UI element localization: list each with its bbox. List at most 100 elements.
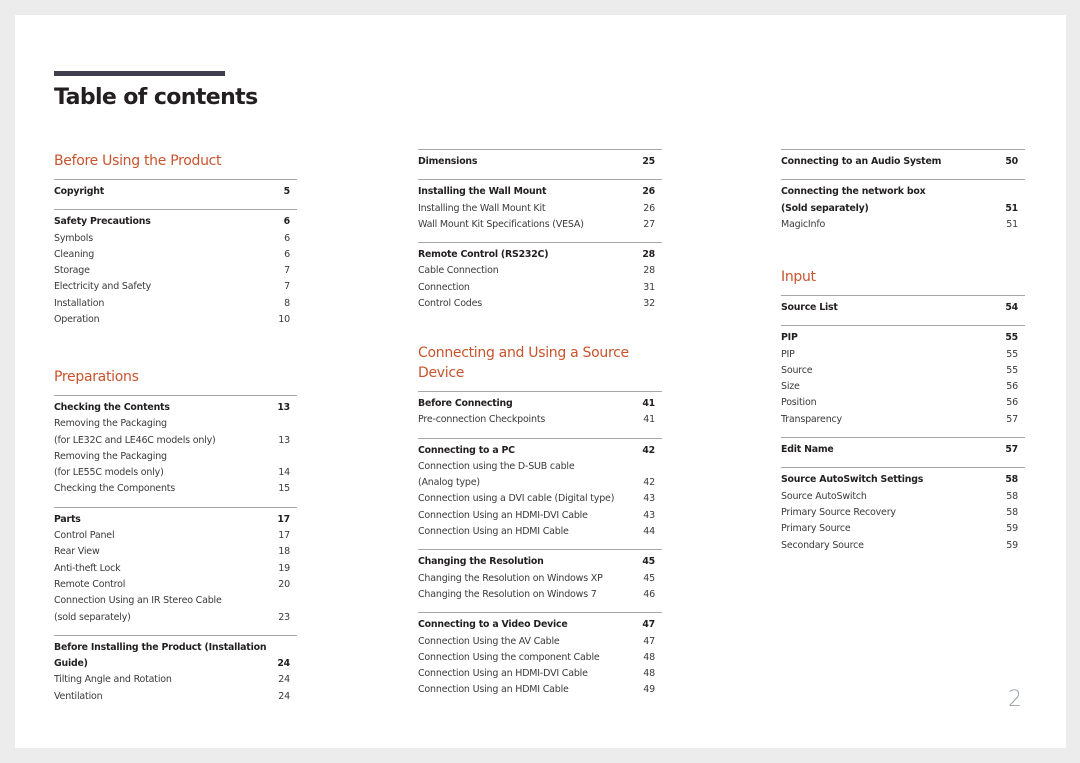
toc-section-heading[interactable]: Connecting to an Audio System 50 bbox=[781, 154, 1025, 170]
page-ref: 56 bbox=[1006, 381, 1018, 393]
entry-label: Source AutoSwitch bbox=[781, 490, 867, 502]
toc-entry[interactable]: (Analog type) 42 bbox=[418, 475, 662, 491]
toc-entry[interactable]: Pre-connection Checkpoints 41 bbox=[418, 412, 662, 428]
toc-entry[interactable]: Remote Control 20 bbox=[54, 577, 297, 593]
entry-label: Ventilation bbox=[54, 690, 103, 702]
entry-label: Primary Source Recovery bbox=[781, 506, 896, 518]
toc-entry[interactable]: Control Panel 17 bbox=[54, 528, 297, 544]
toc-entry[interactable]: Checking the Components 15 bbox=[54, 481, 297, 497]
page-ref: 6 bbox=[283, 216, 291, 228]
page-ref: 24 bbox=[277, 658, 290, 670]
toc-section-heading[interactable]: Connecting to a PC 42 bbox=[418, 443, 662, 459]
toc-entry[interactable]: Connection Using an HDMI-DVI Cable 48 bbox=[418, 666, 662, 682]
toc-section-heading-line[interactable]: Before Installing the Product (Installat… bbox=[54, 640, 297, 656]
toc-section-heading[interactable]: Before Connecting 41 bbox=[418, 396, 662, 412]
toc-section-heading[interactable]: Source AutoSwitch Settings 58 bbox=[781, 472, 1025, 488]
toc-section: Connecting the network box (Sold separate… bbox=[781, 179, 1025, 233]
toc-entry[interactable]: Transparency 57 bbox=[781, 412, 1025, 428]
toc-entry[interactable]: MagicInfo 51 bbox=[781, 217, 1025, 233]
chapter-input: Input Source List 54 PIP 55 PIP 55 Source 55 Size… bbox=[781, 267, 1025, 563]
toc-entry[interactable]: Primary Source 59 bbox=[781, 521, 1025, 537]
toc-entry[interactable]: Anti-theft Lock 19 bbox=[54, 561, 297, 577]
toc-entry[interactable]: (for LE55C models only) 14 bbox=[54, 465, 297, 481]
toc-entry[interactable]: Connection Using the component Cable 48 bbox=[418, 650, 662, 666]
section-heading-label: Safety Precautions bbox=[54, 216, 151, 228]
entry-label: Connection using a DVI cable (Digital ty… bbox=[418, 493, 615, 505]
toc-entry-line[interactable]: Removing the Packaging bbox=[54, 416, 297, 432]
section-heading-label: Changing the Resolution bbox=[418, 556, 544, 568]
toc-section-heading[interactable]: Checking the Contents 13 bbox=[54, 400, 297, 416]
toc-section-heading[interactable]: Parts 17 bbox=[54, 512, 297, 528]
toc-entry[interactable]: Changing the Resolution on Windows XP 45 bbox=[418, 571, 662, 587]
chapter-title: Input bbox=[781, 269, 816, 285]
toc-entry[interactable]: Source AutoSwitch 58 bbox=[781, 489, 1025, 505]
toc-entry[interactable]: Storage 7 bbox=[54, 263, 297, 279]
entry-label: Pre-connection Checkpoints bbox=[418, 414, 546, 426]
toc-section-heading[interactable]: Changing the Resolution 45 bbox=[418, 554, 662, 570]
toc-entry-line[interactable]: Removing the Packaging bbox=[54, 449, 297, 465]
toc-entry[interactable]: Cable Connection 28 bbox=[418, 263, 662, 279]
toc-section-heading[interactable]: (Sold separately) 51 bbox=[781, 201, 1025, 217]
toc-section: Copyright 5 bbox=[54, 179, 297, 200]
page-ref: 6 bbox=[284, 232, 290, 244]
entry-label: Changing the Resolution on Windows XP bbox=[418, 572, 603, 584]
toc-entry[interactable]: Position 56 bbox=[781, 395, 1025, 411]
toc-section-heading[interactable]: Installing the Wall Mount 26 bbox=[418, 184, 662, 200]
toc-section-heading[interactable]: Source List 54 bbox=[781, 300, 1025, 316]
toc-entry[interactable]: Symbols 6 bbox=[54, 231, 297, 247]
entry-label: Tilting Angle and Rotation bbox=[54, 674, 172, 686]
toc-section-heading[interactable]: Connecting to a Video Device 47 bbox=[418, 617, 662, 633]
page-ref: 18 bbox=[278, 546, 290, 558]
toc-entry-line[interactable]: Connection Using an IR Stereo Cable bbox=[54, 593, 297, 609]
entry-label: Checking the Components bbox=[54, 483, 176, 495]
toc-section: Checking the Contents 13 Removing the Pack… bbox=[54, 395, 297, 498]
toc-section-heading[interactable]: Remote Control (RS232C) 28 bbox=[418, 247, 662, 263]
toc-section-heading[interactable]: Edit Name 57 bbox=[781, 442, 1025, 458]
section-heading-label: Source List bbox=[781, 302, 838, 313]
toc-entry[interactable]: Size 56 bbox=[781, 379, 1025, 395]
toc-entry[interactable]: Connection Using an HDMI Cable 44 bbox=[418, 524, 662, 540]
chapter-title: Preparations bbox=[54, 369, 139, 385]
toc-section-heading[interactable]: Dimensions 25 bbox=[418, 154, 662, 170]
toc-entry[interactable]: Connection using a DVI cable (Digital ty… bbox=[418, 491, 662, 507]
toc-section-heading[interactable]: Copyright 5 bbox=[54, 184, 297, 200]
toc-entry[interactable]: Connection Using the AV Cable 47 bbox=[418, 634, 662, 650]
toc-entry[interactable]: Control Codes 32 bbox=[418, 296, 662, 312]
toc-section-heading[interactable]: Safety Precautions 6 bbox=[54, 214, 297, 230]
page-ref: 58 bbox=[1005, 474, 1018, 486]
toc-entry[interactable]: Ventilation 24 bbox=[54, 689, 297, 705]
toc-entry[interactable]: Electricity and Safety 7 bbox=[54, 279, 297, 295]
toc-section-heading[interactable]: Guide) 24 bbox=[54, 656, 297, 672]
toc-entry[interactable]: Installation 8 bbox=[54, 296, 297, 312]
toc-section-heading-line[interactable]: Connecting the network box bbox=[781, 184, 1025, 200]
toc-entry[interactable]: Source 55 bbox=[781, 363, 1025, 379]
toc-entry-line[interactable]: Connection using the D-SUB cable bbox=[418, 459, 662, 475]
page-ref: 56 bbox=[1006, 397, 1018, 409]
page-ref: 23 bbox=[278, 611, 290, 623]
entry-label: Control Panel bbox=[54, 530, 115, 542]
entry-label: Connection Using the component Cable bbox=[418, 651, 600, 663]
entry-label: (for LE55C models only) bbox=[54, 467, 164, 479]
toc-entry[interactable]: Cleaning 6 bbox=[54, 247, 297, 263]
page-number: 2 bbox=[1008, 687, 1022, 712]
page-ref: 25 bbox=[642, 156, 655, 167]
toc-entry[interactable]: Wall Mount Kit Specifications (VESA) 27 bbox=[418, 217, 662, 233]
toc-entry[interactable]: Rear View 18 bbox=[54, 544, 297, 560]
toc-entry[interactable]: (sold separately) 23 bbox=[54, 610, 297, 626]
toc-entry[interactable]: Primary Source Recovery 58 bbox=[781, 505, 1025, 521]
page-ref: 8 bbox=[284, 297, 290, 309]
toc-section-heading[interactable]: PIP 55 bbox=[781, 330, 1025, 346]
toc-entry[interactable]: Secondary Source 59 bbox=[781, 538, 1025, 554]
toc-entry[interactable]: Connection 31 bbox=[418, 280, 662, 296]
toc-entry[interactable]: Installing the Wall Mount Kit 26 bbox=[418, 201, 662, 217]
toc-entry[interactable]: Changing the Resolution on Windows 7 46 bbox=[418, 587, 662, 603]
toc-entry[interactable]: Operation 10 bbox=[54, 312, 297, 328]
chapter-title: Connecting and Using a Source Device bbox=[418, 345, 629, 381]
toc-section: Dimensions 25 bbox=[418, 149, 662, 170]
toc-entry[interactable]: Tilting Angle and Rotation 24 bbox=[54, 672, 297, 688]
toc-entry[interactable]: Connection Using an HDMI Cable 49 bbox=[418, 682, 662, 698]
toc-entry[interactable]: Connection Using an HDMI-DVI Cable 43 bbox=[418, 508, 662, 524]
toc-entry[interactable]: (for LE32C and LE46C models only) 13 bbox=[54, 433, 297, 449]
toc-entry[interactable]: PIP 55 bbox=[781, 347, 1025, 363]
section-heading-label: Connecting to a PC bbox=[418, 444, 515, 456]
